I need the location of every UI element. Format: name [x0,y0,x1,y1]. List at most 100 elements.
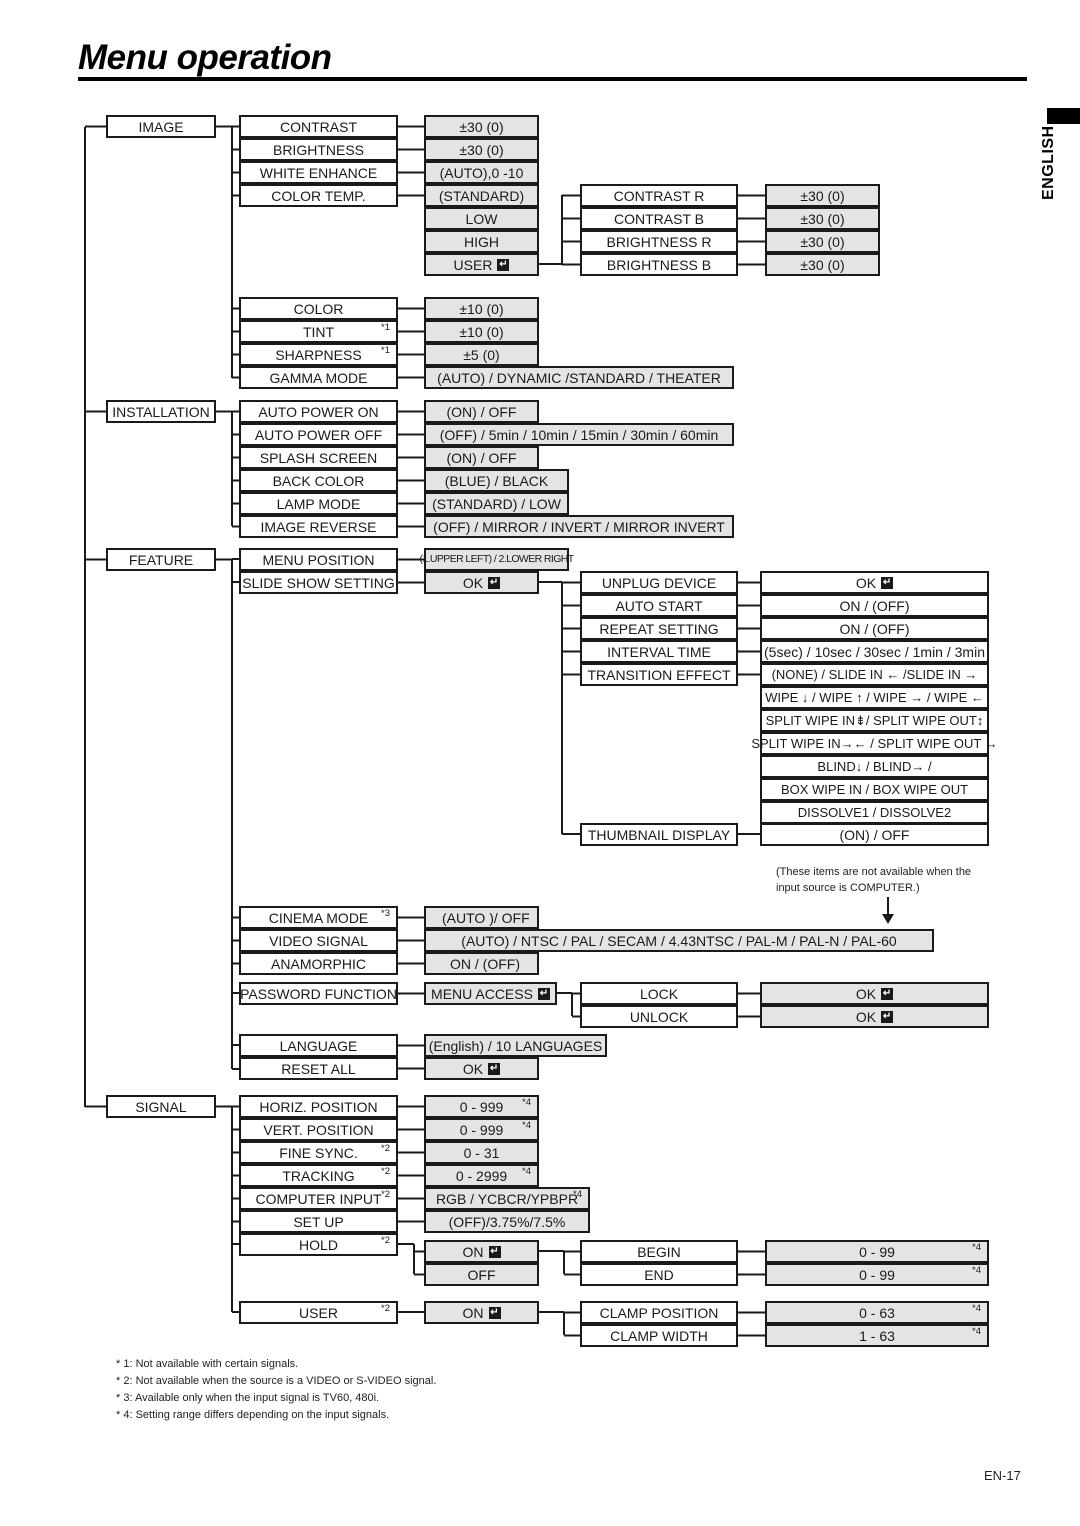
password-item[interactable]: LOCK [580,982,738,1005]
slideshow-value[interactable]: (ON) / OFF [760,823,989,846]
menu-value[interactable]: (STANDARD) / LOW [424,492,569,515]
menu-item-video-signal[interactable]: VIDEO SIGNAL [239,929,398,952]
transition-effect-option[interactable]: BOX WIPE IN / BOX WIPE OUT [760,778,989,801]
hold-option[interactable]: ON ↵ [424,1240,539,1263]
hold-item[interactable]: BEGIN [580,1240,738,1263]
clamp-item[interactable]: CLAMP WIDTH [580,1324,738,1347]
menu-item-gamma-mode[interactable]: GAMMA MODE [239,366,398,389]
menu-category-installation[interactable]: INSTALLATION [106,400,216,423]
slideshow-value[interactable]: ON / (OFF) [760,617,989,640]
menu-value[interactable]: MENU ACCESS ↵ [424,982,557,1005]
signal-user-on[interactable]: ON ↵ [424,1301,539,1324]
menu-value[interactable]: ±5 (0) [424,343,539,366]
color-temp-user-item[interactable]: CONTRAST B [580,207,738,230]
menu-value[interactable]: (AUTO )/ OFF [424,906,539,929]
menu-value[interactable]: 0 - 999 *4 [424,1095,539,1118]
menu-item-back-color[interactable]: BACK COLOR [239,469,398,492]
color-temp-option[interactable]: HIGH [424,230,539,253]
menu-item-computer-input[interactable]: COMPUTER INPUT *2 [239,1187,398,1210]
color-temp-user-item[interactable]: CONTRAST R [580,184,738,207]
slideshow-value[interactable]: (5sec) / 10sec / 30sec / 1min / 3min [760,640,989,663]
menu-value[interactable]: (ON) / OFF [424,400,539,423]
menu-item-language[interactable]: LANGUAGE [239,1034,398,1057]
menu-item-reset-all[interactable]: RESET ALL [239,1057,398,1080]
menu-item-user[interactable]: USER *2 [239,1301,398,1324]
transition-effect-option[interactable]: SPLIT WIPE IN⇟/ SPLIT WIPE OUT↕ [760,709,989,732]
menu-item-tracking[interactable]: TRACKING *2 [239,1164,398,1187]
slideshow-item[interactable]: AUTO START [580,594,738,617]
menu-item-fine-sync-[interactable]: FINE SYNC. *2 [239,1141,398,1164]
slideshow-item[interactable]: INTERVAL TIME [580,640,738,663]
menu-item-tint[interactable]: TINT *1 [239,320,398,343]
menu-value[interactable]: ±30 (0) [424,115,539,138]
transition-effect-option[interactable]: (NONE) / SLIDE IN ← /SLIDE IN → [760,663,989,686]
menu-item-auto-power-off[interactable]: AUTO POWER OFF [239,423,398,446]
menu-value[interactable]: OK ↵ [424,571,539,594]
transition-effect-option[interactable]: SPLIT WIPE IN→← / SPLIT WIPE OUT ↔ [751,732,998,755]
menu-category-signal[interactable]: SIGNAL [106,1095,216,1118]
menu-item-splash-screen[interactable]: SPLASH SCREEN [239,446,398,469]
menu-item-lamp-mode[interactable]: LAMP MODE [239,492,398,515]
transition-effect-option[interactable]: DISSOLVE1 / DISSOLVE2 [760,801,989,824]
menu-value[interactable]: ±10 (0) [424,320,539,343]
menu-category-image[interactable]: IMAGE [106,115,216,138]
color-temp-user-value[interactable]: ±30 (0) [765,253,880,276]
slideshow-value[interactable]: ON / (OFF) [760,594,989,617]
menu-item-auto-power-on[interactable]: AUTO POWER ON [239,400,398,423]
menu-value[interactable]: (OFF) / MIRROR / INVERT / MIRROR INVERT [424,515,734,538]
menu-value[interactable]: 0 - 999 *4 [424,1118,539,1141]
menu-item-slide-show-setting[interactable]: SLIDE SHOW SETTING [239,571,398,594]
password-item[interactable]: UNLOCK [580,1005,738,1028]
menu-value[interactable]: (AUTO) / NTSC / PAL / SECAM / 4.43NTSC /… [424,929,934,952]
clamp-value[interactable]: 1 - 63 *4 [765,1324,989,1347]
menu-item-password-function[interactable]: PASSWORD FUNCTION [239,982,398,1005]
menu-item-image-reverse[interactable]: IMAGE REVERSE [239,515,398,538]
slideshow-item[interactable]: UNPLUG DEVICE [580,571,738,594]
color-temp-option[interactable]: (STANDARD) [424,184,539,207]
menu-item-white-enhance[interactable]: WHITE ENHANCE [239,161,398,184]
menu-value[interactable]: (ON) / OFF [424,446,539,469]
clamp-value[interactable]: 0 - 63 *4 [765,1301,989,1324]
menu-item-vert-position[interactable]: VERT. POSITION [239,1118,398,1141]
transition-effect-option[interactable]: BLIND↓ / BLIND→ / [760,755,989,778]
color-temp-user-value[interactable]: ±30 (0) [765,184,880,207]
menu-value[interactable]: 0 - 2999 *4 [424,1164,539,1187]
password-value[interactable]: OK ↵ [760,982,989,1005]
menu-value[interactable]: (AUTO) / DYNAMIC /STANDARD / THEATER [424,366,734,389]
menu-value[interactable]: 0 - 31 [424,1141,539,1164]
menu-item-hold[interactable]: HOLD *2 [239,1233,398,1256]
hold-option[interactable]: OFF [424,1263,539,1286]
menu-item-menu-position[interactable]: MENU POSITION [239,548,398,571]
menu-value[interactable]: ON / (OFF) [424,952,539,975]
color-temp-user-value[interactable]: ±30 (0) [765,230,880,253]
slideshow-item-thumbnail-display[interactable]: THUMBNAIL DISPLAY [580,823,738,846]
menu-item-horiz-position[interactable]: HORIZ. POSITION [239,1095,398,1118]
menu-value[interactable]: (BLUE) / BLACK [424,469,569,492]
slideshow-value[interactable]: OK ↵ [760,571,989,594]
transition-effect-option[interactable]: WIPE ↓ / WIPE ↑ / WIPE → / WIPE ← [760,686,989,709]
menu-value[interactable]: (OFF) / 5min / 10min / 15min / 30min / 6… [424,423,734,446]
menu-value[interactable]: OK ↵ [424,1057,539,1080]
menu-item-set-up[interactable]: SET UP [239,1210,398,1233]
menu-category-feature[interactable]: FEATURE [106,548,216,571]
menu-item-color[interactable]: COLOR [239,297,398,320]
menu-value[interactable]: ±30 (0) [424,138,539,161]
clamp-item[interactable]: CLAMP POSITION [580,1301,738,1324]
slideshow-item[interactable]: TRANSITION EFFECT [580,663,738,686]
password-value[interactable]: OK ↵ [760,1005,989,1028]
color-temp-option[interactable]: LOW [424,207,539,230]
menu-value[interactable]: (AUTO),0 -10 [424,161,539,184]
menu-item-anamorphic[interactable]: ANAMORPHIC [239,952,398,975]
color-temp-option[interactable]: USER ↵ [424,253,539,276]
color-temp-user-value[interactable]: ±30 (0) [765,207,880,230]
hold-value[interactable]: 0 - 99 *4 [765,1263,989,1286]
hold-item[interactable]: END [580,1263,738,1286]
menu-value[interactable]: (OFF)/3.75%/7.5% [424,1210,590,1233]
menu-value[interactable]: RGB / YCBCR/YPBPR *4 [424,1187,590,1210]
menu-value[interactable]: ±10 (0) [424,297,539,320]
menu-item-contrast[interactable]: CONTRAST [239,115,398,138]
menu-item-cinema-mode[interactable]: CINEMA MODE *3 [239,906,398,929]
menu-item-color-temp[interactable]: COLOR TEMP. [239,184,398,207]
hold-value[interactable]: 0 - 99 *4 [765,1240,989,1263]
color-temp-user-item[interactable]: BRIGHTNESS R [580,230,738,253]
